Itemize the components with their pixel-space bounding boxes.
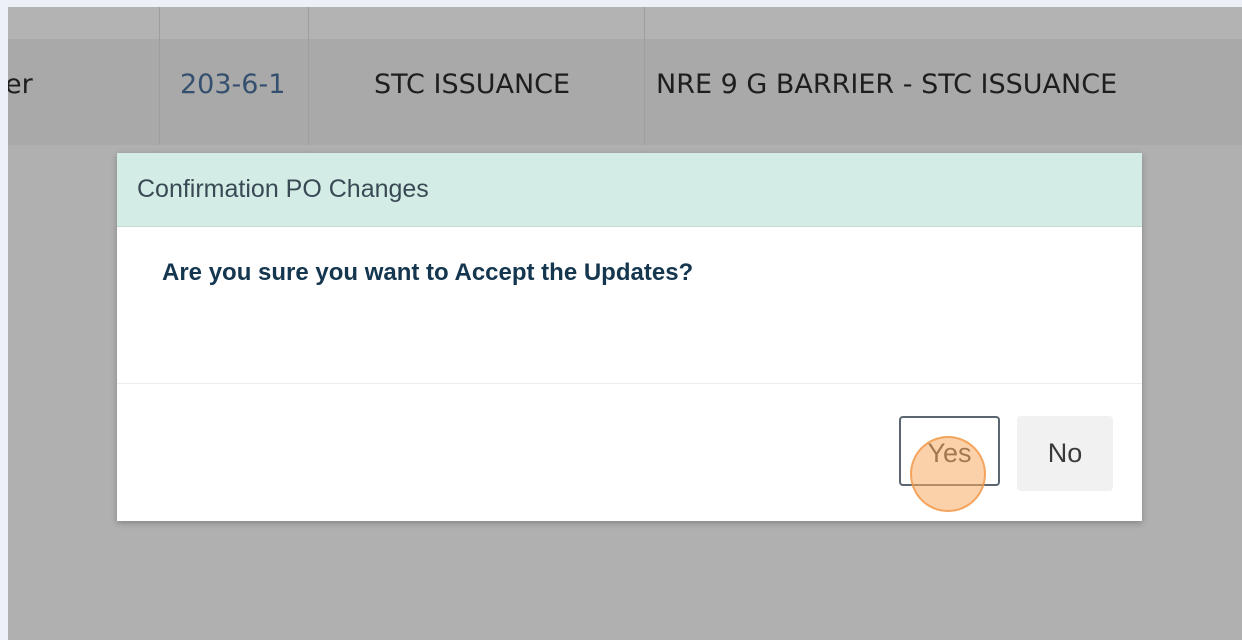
dialog-header: Confirmation PO Changes	[117, 153, 1142, 227]
table-cell-description: NRE 9 G BARRIER - STC ISSUANCE	[656, 69, 1118, 100]
column-divider	[308, 7, 309, 145]
dialog-footer-divider	[117, 383, 1142, 384]
column-divider	[644, 7, 645, 145]
confirmation-dialog: Confirmation PO Changes Are you sure you…	[117, 153, 1142, 521]
table-header-row	[8, 7, 1242, 39]
table-cell-type: STC ISSUANCE	[374, 69, 571, 100]
dialog-title: Confirmation PO Changes	[137, 175, 429, 203]
dialog-message: Are you sure you want to Accept the Upda…	[162, 259, 694, 286]
no-button[interactable]: No	[1017, 416, 1113, 491]
table-cell-po-number[interactable]: 203-6-1	[180, 39, 285, 131]
column-divider	[159, 7, 160, 145]
yes-button[interactable]: Yes	[899, 416, 1000, 486]
table-cell-fragment: er	[8, 69, 33, 100]
dialog-body: Are you sure you want to Accept the Upda…	[117, 227, 1142, 383]
